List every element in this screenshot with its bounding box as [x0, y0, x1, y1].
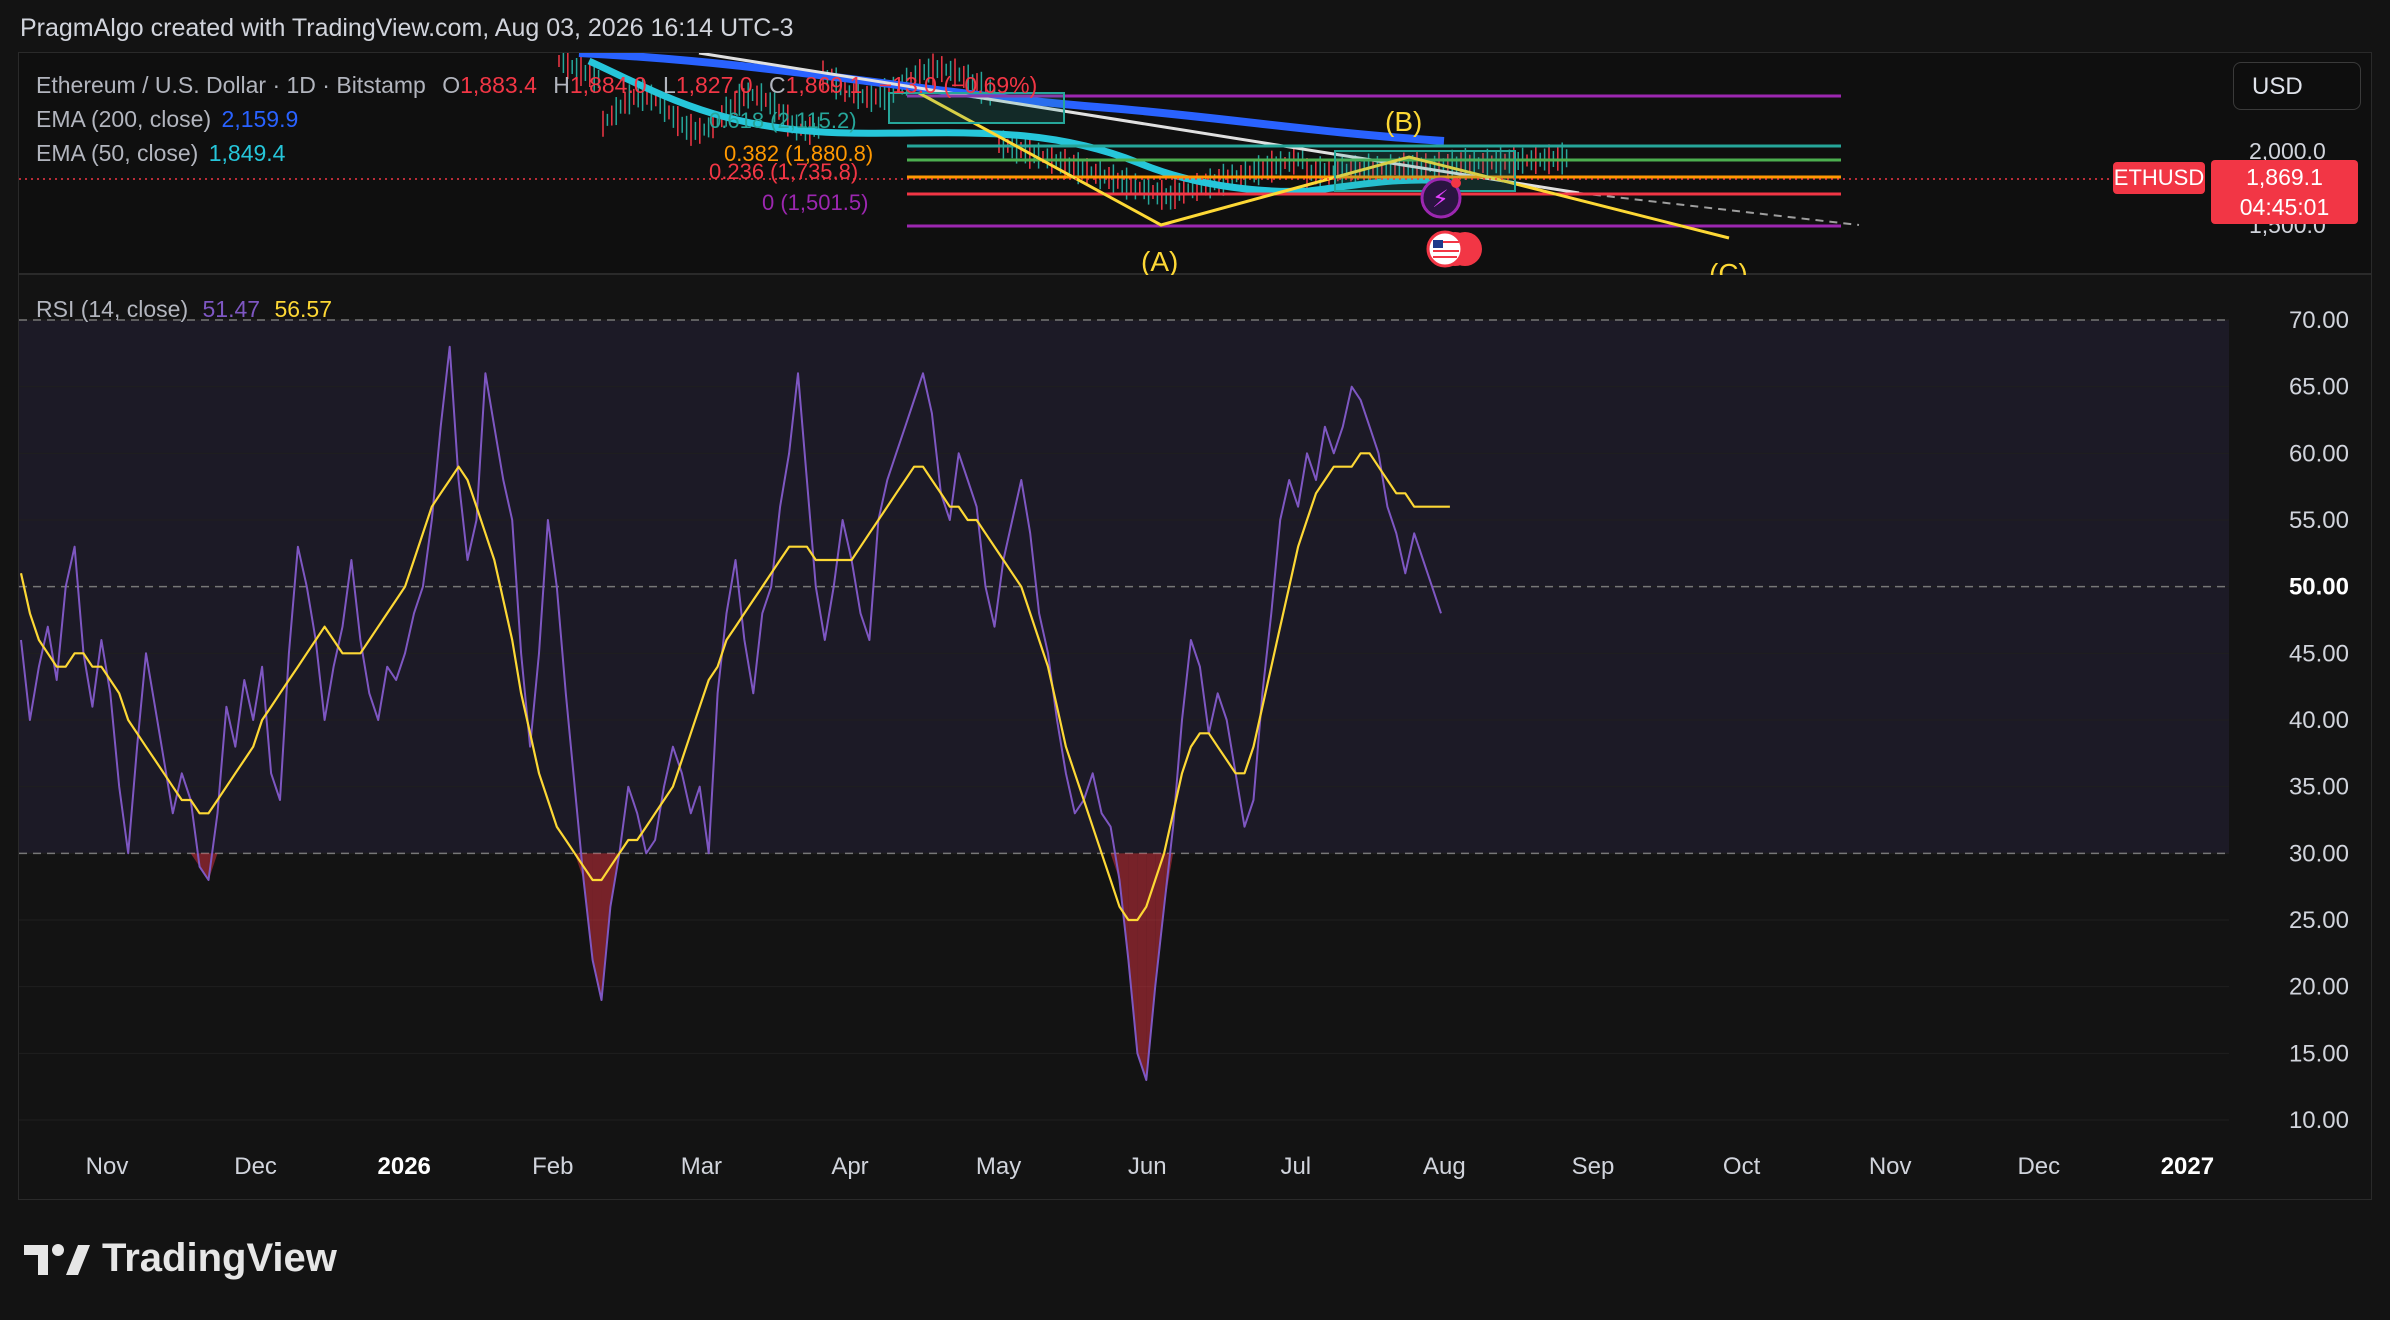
time-axis-label: Oct — [1723, 1153, 1761, 1180]
us-flag-event-icon[interactable] — [1426, 230, 1482, 268]
rsi-y-tick-label: 10.00 — [2289, 1107, 2349, 1134]
wave-label-b: (B) — [1385, 106, 1422, 137]
time-axis-label: Aug — [1423, 1153, 1466, 1180]
rsi-y-tick-label: 20.00 — [2289, 974, 2349, 1001]
fib-label-0618: 0.618 (2,115.2) — [709, 108, 857, 133]
ema50-value: 1,849.4 — [208, 140, 286, 166]
rsi-legend: RSI (14, close) 51.47 56.57 — [36, 296, 332, 323]
rsi-y-tick-label: 55.00 — [2289, 507, 2349, 534]
fib-label-0236: 0.236 (1,735.8) — [709, 159, 858, 184]
time-axis-label: Nov — [1869, 1153, 1912, 1180]
fib-label-0: 0 (1,501.5) — [762, 190, 868, 215]
brand-name: TradingView — [102, 1236, 337, 1280]
rsi-oversold-fill — [1137, 853, 1147, 1080]
open-value: 1,883.4 — [460, 72, 537, 98]
last-price-tag: 1,869.1 04:45:01 — [2211, 160, 2358, 224]
time-axis-label: Sep — [1572, 1153, 1615, 1180]
high-value: 1,884.0 — [569, 72, 647, 98]
last-price-value: 1,869.1 — [2246, 164, 2323, 190]
ema50-legend: EMA (50, close) 1,849.4 — [36, 140, 286, 166]
price-legend-line: Ethereum / U.S. Dollar · 1D · Bitstamp O… — [36, 72, 1038, 98]
tradingview-chart-screenshot: PragmAlgo created with TradingView.com, … — [0, 0, 2390, 1320]
rsi-ma-value: 56.57 — [274, 296, 333, 322]
rsi-y-tick-label: 60.00 — [2289, 440, 2349, 467]
low-value: 1,827.0 — [675, 72, 753, 98]
wave-label-c: (C) — [1709, 258, 1748, 275]
rsi-y-tick-label: 40.00 — [2289, 707, 2349, 734]
tradingview-logo[interactable]: TradingView — [22, 1236, 337, 1281]
time-axis-label: 2026 — [378, 1153, 431, 1180]
rsi-pane[interactable]: 70.00 65.00 60.00 55.00 50.00 45.00 40.00 35.00… — [19, 276, 2371, 1136]
currency-selector-button[interactable]: USD — [2233, 62, 2361, 110]
time-axis-label: Jun — [1128, 1153, 1167, 1180]
rsi-y-tick-label: 65.00 — [2289, 374, 2349, 401]
change-value: −13.0 (−0.69%) — [878, 72, 1038, 98]
ema200-value: 2,159.9 — [221, 106, 299, 132]
zone-box-right — [1334, 150, 1516, 192]
symbol-name: Ethereum / U.S. Dollar · 1D · Bitstamp — [36, 72, 426, 98]
rsi-y-tick-label: 70.00 — [2289, 307, 2349, 334]
bar-countdown: 04:45:01 — [2239, 194, 2330, 220]
time-axis-label: 2027 — [2161, 1153, 2214, 1180]
time-axis-label: Dec — [2017, 1153, 2060, 1180]
rsi-y-tick-label: 15.00 — [2289, 1040, 2349, 1067]
ema200-legend: EMA (200, close) 2,159.9 — [36, 106, 299, 132]
symbol-price-tag: ETHUSD — [2113, 162, 2205, 194]
time-axis-label: Dec — [234, 1153, 277, 1180]
time-axis-label: Jul — [1280, 1153, 1311, 1180]
rsi-value: 51.47 — [202, 296, 261, 322]
time-axis-label: Nov — [86, 1153, 129, 1180]
time-axis-label: May — [976, 1153, 1021, 1180]
rsi-y-tick-label: 35.00 — [2289, 774, 2349, 801]
time-axis[interactable]: Nov Dec 2026 Feb Mar Apr May Jun Jul Aug Sep Oct Nov… — [19, 1136, 2371, 1198]
rsi-y-tick-label: 25.00 — [2289, 907, 2349, 934]
time-axis-label: Apr — [831, 1153, 868, 1180]
rsi-title: RSI (14, close) — [36, 296, 189, 322]
tradingview-logo-icon — [24, 1243, 90, 1275]
rsi-y-tick-label: 30.00 — [2289, 840, 2349, 867]
time-axis-label: Mar — [681, 1153, 722, 1180]
time-axis-label: Feb — [532, 1153, 573, 1180]
attribution-text: PragmAlgo created with TradingView.com, … — [20, 14, 794, 42]
rsi-y-tick-label: 45.00 — [2289, 640, 2349, 667]
close-value: 1,869.1 — [785, 72, 863, 98]
svg-text:⚡: ⚡ — [1432, 185, 1449, 213]
rsi-y-tick-label: 50.00 — [2289, 574, 2349, 601]
lightning-event-icon[interactable]: ⚡ — [1420, 177, 1462, 219]
wave-label-a: (A) — [1141, 246, 1178, 275]
